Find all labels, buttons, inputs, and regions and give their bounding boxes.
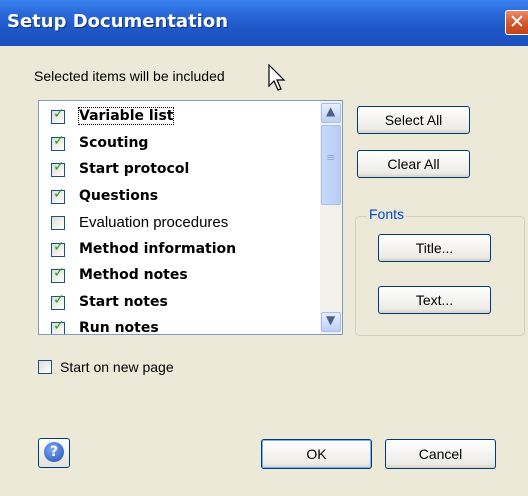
list-item[interactable]: Evaluation procedures (47, 211, 317, 237)
item-checkbox[interactable]: ✓ (51, 318, 65, 334)
item-label: Evaluation procedures (79, 214, 229, 231)
check-icon: ✓ (53, 291, 65, 308)
item-checkbox[interactable]: ✓ (51, 265, 65, 283)
scroll-thumb[interactable]: ≡ (321, 125, 341, 205)
items-listbox[interactable]: ✓ Variable list ✓ Scouting ✓ Start protocol ✓ Q… (38, 100, 343, 335)
item-checkbox[interactable] (51, 216, 65, 230)
list-item[interactable]: ✓ Run notes (47, 317, 317, 335)
item-label: Method notes (79, 267, 188, 283)
select-all-button[interactable]: Select All (357, 106, 470, 134)
clear-all-button[interactable]: Clear All (357, 150, 470, 178)
item-checkbox[interactable]: ✓ (51, 106, 65, 124)
title-font-button[interactable]: Title... (378, 234, 491, 262)
list-item[interactable]: ✓ Method notes (47, 264, 317, 290)
start-new-page-checkbox[interactable] (38, 360, 52, 374)
help-button[interactable]: ? (38, 438, 70, 468)
item-label: Questions (79, 187, 159, 204)
cancel-button[interactable]: Cancel (385, 439, 496, 469)
text-font-button[interactable]: Text... (378, 286, 491, 314)
item-checkbox[interactable]: ✓ (51, 186, 65, 204)
item-checkbox[interactable]: ✓ (51, 133, 65, 151)
item-label: Variable list (77, 107, 175, 125)
start-new-page-label: Start on new page (60, 359, 174, 375)
setup-documentation-dialog: Setup Documentation ✕ Selected items wil… (0, 0, 528, 496)
item-label: Scouting (79, 134, 149, 151)
scroll-down-button[interactable]: ▼ (321, 312, 341, 332)
list-item[interactable]: ✓ Scouting (47, 132, 317, 158)
fonts-group-label: Fonts (367, 206, 407, 222)
list-item[interactable]: ✓ Variable list (47, 105, 317, 131)
list-item[interactable]: ✓ Start notes (47, 291, 317, 317)
chevron-down-icon: ▼ (326, 313, 336, 327)
check-icon: ✓ (53, 185, 65, 202)
list-item[interactable]: ✓ Start protocol (47, 158, 317, 184)
title-bar: Setup Documentation ✕ (0, 0, 528, 46)
item-checkbox[interactable]: ✓ (51, 239, 65, 257)
instruction-label: Selected items will be included (34, 68, 225, 84)
check-icon: ✓ (53, 265, 65, 281)
item-checkbox[interactable]: ✓ (51, 292, 65, 310)
check-icon: ✓ (53, 106, 65, 122)
item-label: Start notes (79, 293, 168, 310)
check-icon: ✓ (53, 238, 65, 255)
list-scrollbar[interactable]: ▲ ≡ ▼ (320, 101, 342, 334)
close-icon: ✕ (509, 11, 525, 33)
chevron-up-icon: ▲ (326, 104, 336, 118)
window-title: Setup Documentation (7, 11, 229, 32)
ok-button[interactable]: OK (261, 439, 372, 469)
item-label: Run notes (79, 320, 159, 335)
item-checkbox[interactable]: ✓ (51, 159, 65, 177)
scroll-up-button[interactable]: ▲ (321, 103, 341, 123)
check-icon: ✓ (53, 318, 65, 334)
check-icon: ✓ (53, 132, 65, 149)
item-label: Start protocol (79, 161, 190, 177)
mouse-cursor-icon (268, 64, 286, 91)
help-icon: ? (44, 442, 64, 462)
close-button[interactable]: ✕ (505, 10, 528, 35)
check-icon: ✓ (53, 159, 65, 175)
list-item[interactable]: ✓ Questions (47, 185, 317, 211)
grip-icon: ≡ (326, 151, 336, 164)
list-item[interactable]: ✓ Method information (47, 238, 317, 264)
item-label: Method information (79, 240, 237, 257)
